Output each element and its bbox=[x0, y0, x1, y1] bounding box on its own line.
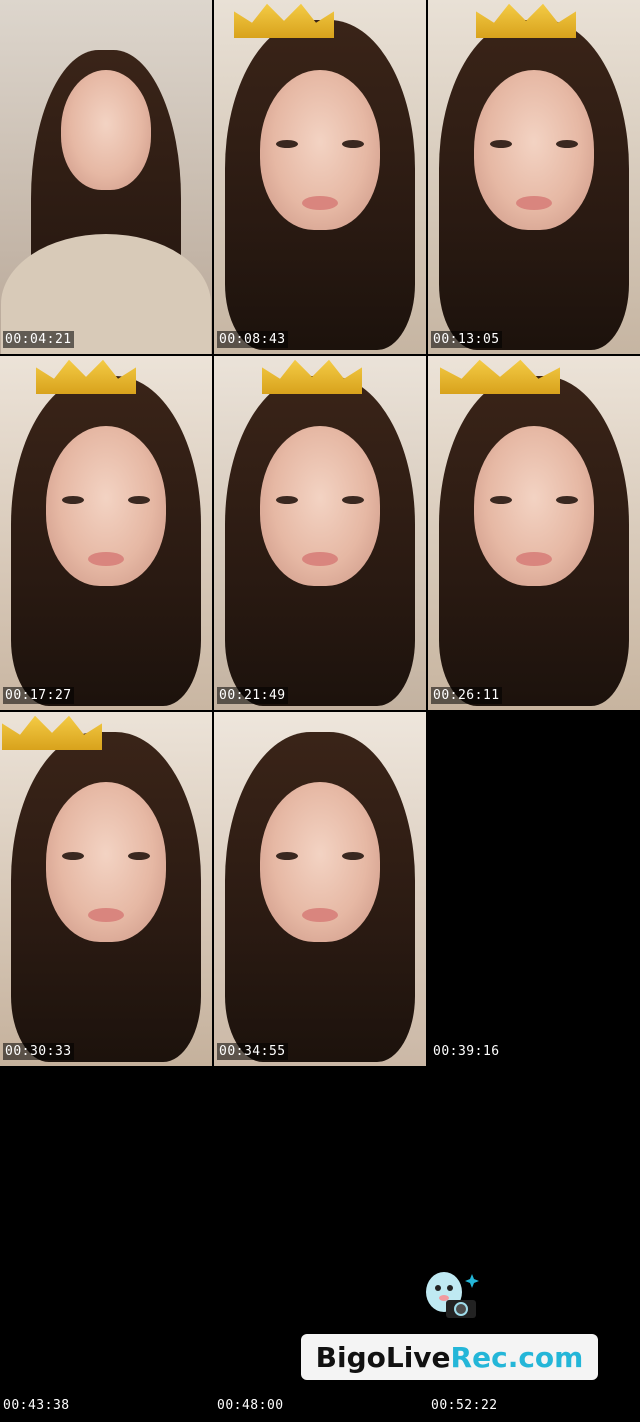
thumbnail-9[interactable]: 00:39:16 bbox=[428, 712, 640, 1066]
thumbnail-4[interactable]: 00:17:27 bbox=[0, 356, 212, 710]
thumbnail-6[interactable]: 00:26:11 bbox=[428, 356, 640, 710]
camera-mascot-icon bbox=[426, 1272, 479, 1318]
timestamp: 00:30:33 bbox=[3, 1043, 74, 1060]
timestamp: 00:48:00 bbox=[217, 1398, 284, 1413]
watermark-text-main: BigoLive bbox=[315, 1340, 451, 1374]
timestamp: 00:34:55 bbox=[217, 1043, 288, 1060]
timestamp: 00:26:11 bbox=[431, 687, 502, 704]
thumbnail-3[interactable]: 00:13:05 bbox=[428, 0, 640, 354]
thumbnail-2[interactable]: 00:08:43 bbox=[214, 0, 426, 354]
thumbnail-7[interactable]: 00:30:33 bbox=[0, 712, 212, 1066]
thumbnail-8[interactable]: 00:34:55 bbox=[214, 712, 426, 1066]
watermark: BigoLive Rec.com bbox=[301, 1334, 598, 1380]
timestamp: 00:39:16 bbox=[431, 1043, 502, 1060]
timestamp: 00:08:43 bbox=[217, 331, 288, 348]
timestamp: 00:21:49 bbox=[217, 687, 288, 704]
timestamp: 00:43:38 bbox=[3, 1398, 70, 1413]
timestamp: 00:13:05 bbox=[431, 331, 502, 348]
thumbnail-5[interactable]: 00:21:49 bbox=[214, 356, 426, 710]
timestamp: 00:04:21 bbox=[3, 331, 74, 348]
thumbnail-grid: 00:04:21 00:08:43 00:13:05 00:17:27 00:2… bbox=[0, 0, 640, 1422]
timestamp: 00:17:27 bbox=[3, 687, 74, 704]
timestamp: 00:52:22 bbox=[431, 1398, 498, 1413]
thumbnail-1[interactable]: 00:04:21 bbox=[0, 0, 212, 354]
watermark-text-domain: Rec.com bbox=[450, 1340, 584, 1374]
